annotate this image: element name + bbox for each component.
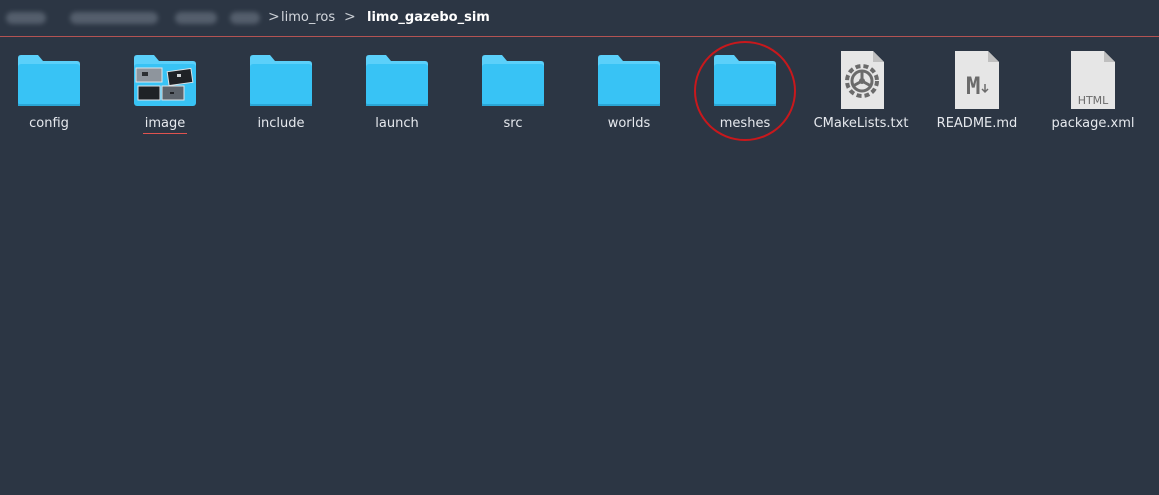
file-name: README.md	[936, 116, 1018, 131]
folder-icon	[364, 50, 430, 110]
markdown-icon-glyph: M	[966, 72, 980, 100]
breadcrumb-item-limo-ros[interactable]: limo_ros	[281, 10, 335, 25]
file-item-readme[interactable]: M README.md	[919, 48, 1035, 143]
folder-icon	[480, 50, 546, 110]
breadcrumb-hidden-segment[interactable]	[175, 12, 217, 24]
folder-icon	[248, 50, 314, 110]
file-name: image	[144, 116, 186, 131]
folder-icon	[596, 50, 662, 110]
file-name: config	[29, 116, 69, 131]
breadcrumb-hidden-segment[interactable]	[70, 12, 158, 24]
breadcrumb-hidden-segment[interactable]	[230, 12, 260, 24]
file-item-worlds[interactable]: worlds	[571, 48, 687, 143]
breadcrumb: > limo_ros > limo_gazebo_sim	[0, 0, 1159, 37]
file-name: launch	[375, 116, 419, 131]
folder-icon	[712, 50, 778, 110]
file-item-launch[interactable]: launch	[339, 48, 455, 143]
breadcrumb-separator-icon: >	[344, 9, 356, 25]
file-name: include	[257, 116, 305, 131]
breadcrumb-item-current[interactable]: limo_gazebo_sim	[367, 10, 490, 25]
cmake-file-icon	[828, 50, 894, 110]
file-name: worlds	[607, 116, 651, 131]
html-icon-glyph: HTML	[1078, 94, 1109, 107]
image-folder-icon	[132, 50, 198, 110]
file-item-cmakelists[interactable]: CMakeLists.txt	[803, 48, 919, 143]
file-name: src	[503, 116, 523, 131]
file-item-config[interactable]: config	[0, 48, 107, 143]
file-item-include[interactable]: include	[223, 48, 339, 143]
file-item-meshes[interactable]: meshes	[687, 48, 803, 143]
rename-underline	[143, 133, 187, 134]
breadcrumb-hidden-segment[interactable]	[6, 12, 46, 24]
file-item-image[interactable]: image	[107, 48, 223, 143]
file-name: meshes	[719, 116, 771, 131]
markdown-file-icon: M	[944, 50, 1010, 110]
html-file-icon: HTML	[1060, 50, 1126, 110]
file-item-src[interactable]: src	[455, 48, 571, 143]
file-name: CMakeLists.txt	[813, 116, 909, 131]
folder-icon	[16, 50, 82, 110]
breadcrumb-separator-icon: >	[268, 9, 280, 25]
file-name: package.xml	[1051, 116, 1135, 131]
file-item-package-xml[interactable]: HTML package.xml	[1035, 48, 1151, 143]
